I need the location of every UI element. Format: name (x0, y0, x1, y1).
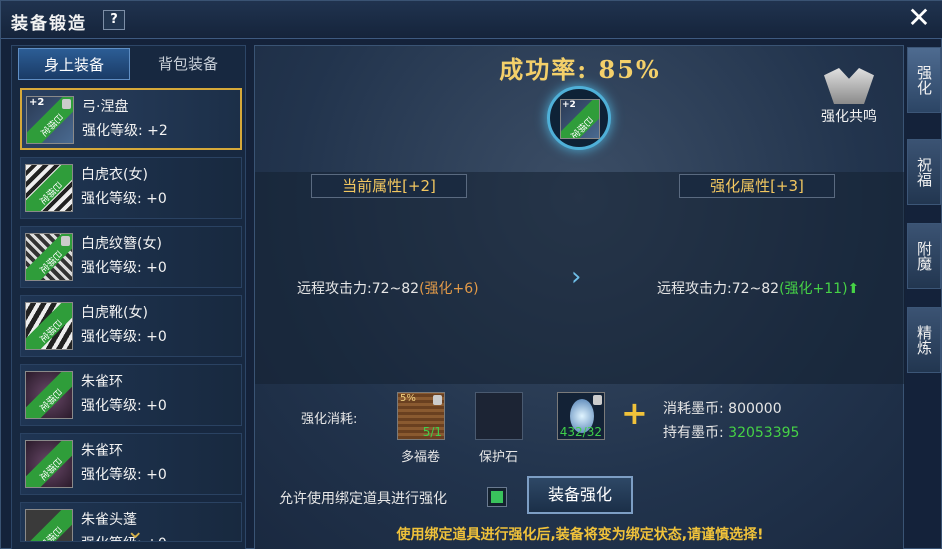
enhance-target-slot[interactable]: 已绑定 +2 (547, 86, 611, 150)
forge-main-panel: 成功率: 85% 已绑定 +2 强化共鸣 当前属性[+2] 强化属性[+3] 远… (254, 45, 905, 549)
next-attr-text: 远程攻击力:72~82 (657, 281, 780, 297)
stone-count: 432/32 (559, 425, 602, 439)
item-name: 朱雀环 (81, 374, 123, 390)
protect-stone-slot[interactable] (475, 392, 523, 440)
side-tab-enchant[interactable]: 附魔 (907, 223, 941, 289)
money-cost-row: 消耗墨币: 800000 (663, 398, 782, 418)
current-attr-bonus: (强化+6) (419, 281, 479, 297)
item-name: 朱雀环 (81, 443, 123, 459)
side-tab-enhance[interactable]: 强化 (907, 47, 941, 113)
success-rate: 成功率: 85% (499, 55, 661, 84)
resonance-label: 强化共鸣 (821, 109, 877, 125)
lock-icon (61, 236, 70, 246)
forge-window: 装备锻造 ? ✕ 身上装备 背包装备 已绑定 +2 弓·涅盘 强化等级: +2 … (0, 0, 942, 549)
item-level: 强化等级: +0 (81, 398, 167, 414)
protect-stone-name: 保护石 (479, 450, 519, 465)
next-attr-title: 强化属性[+3] (679, 174, 835, 198)
item-level: 强化等级: +0 (81, 191, 167, 207)
next-attr-row: 远程攻击力:72~82(强化+11)⬆ (657, 278, 859, 298)
current-attr-title: 当前属性[+2] (311, 174, 467, 198)
wings-icon (824, 68, 874, 104)
chevron-down-icon[interactable]: ⌄ (126, 521, 156, 543)
item-name: 白虎纹簪(女) (81, 236, 162, 252)
window-title: 装备锻造 (11, 14, 87, 34)
enhance-button[interactable]: 装备强化 (527, 476, 633, 514)
check-icon (491, 491, 503, 503)
list-item[interactable]: 已绑定 白虎衣(女) 强化等级: +0 (20, 157, 242, 219)
boots-icon: 已绑定 (25, 302, 73, 350)
equipment-list-panel: 身上装备 背包装备 已绑定 +2 弓·涅盘 强化等级: +2 已绑定 白虎衣(女… (11, 45, 246, 549)
list-item[interactable]: 已绑定 朱雀环 强化等级: +0 (20, 364, 242, 426)
material-slot-stone[interactable]: 432/32 (557, 392, 605, 440)
bound-tag: 已绑定 (26, 441, 72, 487)
side-tab-bless[interactable]: 祝福 (907, 139, 941, 205)
item-level: 强化等级: +0 (81, 260, 167, 276)
bound-tag: 已绑定 (26, 165, 72, 211)
plus-icon: + (621, 394, 648, 432)
equipment-list: 已绑定 +2 弓·涅盘 强化等级: +2 已绑定 白虎衣(女) 强化等级: +0… (20, 88, 242, 549)
cloak-icon: 已绑定 (25, 509, 73, 541)
equip-tabs: 身上装备 背包装备 (18, 48, 240, 82)
current-attr-text: 远程攻击力:72~82 (297, 281, 420, 297)
next-attr-bonus: (强化+11) (779, 281, 848, 297)
bound-tag: 已绑定 (26, 510, 72, 541)
item-name: 白虎靴(女) (81, 305, 148, 321)
scroll-name: 多福卷 (401, 450, 441, 465)
material-slot-scroll[interactable]: 5% 5/1 (397, 392, 445, 440)
scroll-count: 5/1 (422, 425, 442, 439)
arrow-up-icon: ⬆ (847, 281, 860, 297)
lock-icon (433, 395, 442, 405)
money-have: 32053395 (728, 425, 800, 441)
list-item[interactable]: 已绑定 +2 弓·涅盘 强化等级: +2 (20, 88, 242, 150)
item-name: 白虎衣(女) (81, 167, 148, 183)
title-bar: 装备锻造 ? ✕ (1, 1, 942, 39)
lock-icon (62, 99, 71, 109)
plus-level: +2 (29, 97, 45, 108)
hairpin-icon: 已绑定 (25, 233, 73, 281)
money-have-row: 持有墨币: 32053395 (663, 422, 799, 442)
resonance-button[interactable]: 强化共鸣 (813, 68, 885, 128)
current-attr-row: 远程攻击力:72~82(强化+6) (297, 278, 479, 298)
ring-icon: 已绑定 (25, 371, 73, 419)
bow-icon: 已绑定 +2 (560, 99, 600, 139)
list-item[interactable]: 已绑定 白虎纹簪(女) 强化等级: +0 (20, 226, 242, 288)
list-item[interactable]: 已绑定 白虎靴(女) 强化等级: +0 (20, 295, 242, 357)
help-button[interactable]: ? (103, 10, 125, 30)
allow-bound-label: 允许使用绑定道具进行强化 (279, 491, 447, 507)
item-level: 强化等级: +2 (82, 123, 168, 139)
side-tab-refine[interactable]: 精炼 (907, 307, 941, 373)
item-level: 强化等级: +0 (81, 467, 167, 483)
money-cost-label: 消耗墨币: (663, 401, 724, 417)
allow-bound-checkbox[interactable] (487, 487, 507, 507)
warning-text: 使用绑定道具进行强化后,装备将变为绑定状态,请谨慎选择! (396, 527, 764, 543)
bow-icon: 已绑定 +2 (26, 96, 74, 144)
item-level: 强化等级: +0 (81, 329, 167, 345)
scroll-rate: 5% (400, 393, 416, 404)
lock-icon (593, 395, 602, 405)
ring-icon: 已绑定 (25, 440, 73, 488)
item-name: 弓·涅盘 (82, 99, 129, 115)
money-have-label: 持有墨币: (663, 425, 724, 441)
plus-level: +2 (562, 100, 576, 110)
robe-icon: 已绑定 (25, 164, 73, 212)
bound-tag: 已绑定 (26, 303, 72, 349)
tab-backpack[interactable]: 背包装备 (132, 48, 244, 80)
list-item[interactable]: 已绑定 朱雀环 强化等级: +0 (20, 433, 242, 495)
tab-equipped[interactable]: 身上装备 (18, 48, 130, 80)
arrow-right-icon: › (571, 262, 582, 292)
money-cost: 800000 (728, 401, 782, 417)
close-button[interactable]: ✕ (905, 4, 933, 33)
bound-tag: 已绑定 (26, 372, 72, 418)
cost-label: 强化消耗: (301, 412, 358, 427)
